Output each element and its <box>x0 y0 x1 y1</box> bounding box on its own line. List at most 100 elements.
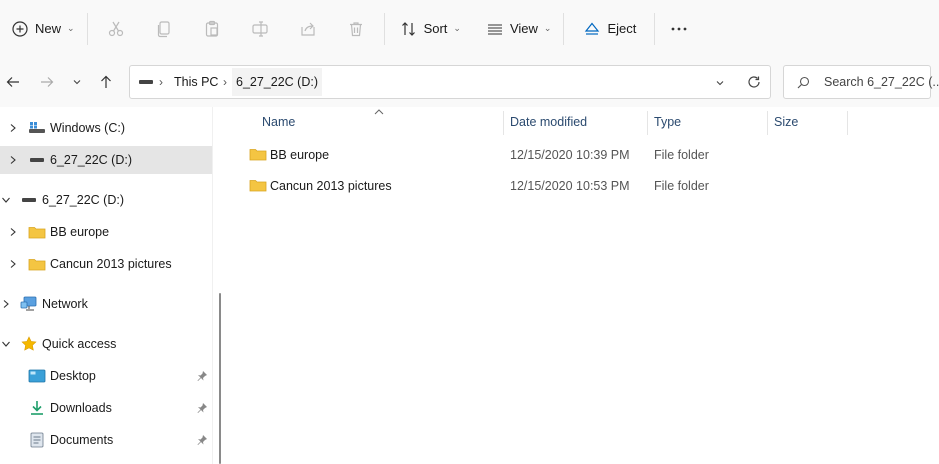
drive-icon <box>139 80 153 84</box>
file-name[interactable]: BB europe <box>270 140 329 170</box>
new-button[interactable]: New ⌄ <box>4 11 83 47</box>
up-button[interactable] <box>95 71 117 93</box>
back-button[interactable] <box>2 71 24 93</box>
nav-item-quick-access[interactable]: Quick access <box>0 330 212 358</box>
chevron-down-icon <box>73 80 81 85</box>
network-icon <box>20 296 38 312</box>
chevron-down-icon: ⌄ <box>543 23 552 33</box>
drive-icon <box>20 192 38 208</box>
copy-button[interactable] <box>140 11 188 47</box>
arrow-right-icon <box>41 77 54 87</box>
pin-icon[interactable] <box>196 434 208 446</box>
nav-item-network[interactable]: Network <box>0 290 212 318</box>
file-name[interactable]: Cancun 2013 pictures <box>270 171 392 201</box>
breadcrumb-current-drive[interactable]: 6_27_22C (D:) <box>232 68 322 96</box>
column-header-type[interactable]: Type <box>654 107 681 138</box>
nav-item-cancun-2013[interactable]: Cancun 2013 pictures <box>0 250 212 278</box>
folder-icon <box>249 180 267 192</box>
column-header-date-modified[interactable]: Date modified <box>510 107 587 138</box>
breadcrumb-this-pc[interactable]: This PC <box>174 66 218 98</box>
share-icon <box>300 22 315 36</box>
nav-item-documents[interactable]: Documents <box>0 426 212 454</box>
view-button[interactable]: View ⌄ <box>479 11 560 47</box>
scrollbar-thumb[interactable] <box>219 293 221 464</box>
folder-icon <box>28 224 46 240</box>
forward-button[interactable] <box>36 71 58 93</box>
pin-icon[interactable] <box>196 402 208 414</box>
nav-item-label: Quick access <box>42 337 117 351</box>
rename-button[interactable] <box>236 11 284 47</box>
file-date-modified: 12/15/2020 10:39 PM <box>510 148 630 162</box>
nav-item-label: Windows (C:) <box>50 121 126 135</box>
column-header-name[interactable]: Name <box>262 107 295 138</box>
folder-icon <box>249 149 267 161</box>
column-divider[interactable] <box>767 111 768 135</box>
chevron-down-icon[interactable] <box>715 78 725 88</box>
folder-icon <box>28 256 46 272</box>
share-button[interactable] <box>284 11 332 47</box>
nav-item-label: Network <box>42 297 88 311</box>
file-type: File folder <box>654 179 709 193</box>
eject-button[interactable]: Eject <box>576 11 644 47</box>
nav-item-drive-d-selected[interactable]: 6_27_22C (D:) <box>0 146 212 174</box>
chevron-right-icon[interactable] <box>8 227 18 237</box>
file-type: File folder <box>654 148 709 162</box>
sort-button[interactable]: Sort ⌄ <box>393 11 469 47</box>
column-divider[interactable] <box>847 111 848 135</box>
navpane-scrollbar[interactable] <box>212 107 230 464</box>
delete-button[interactable] <box>332 11 380 47</box>
nav-item-label: Desktop <box>50 369 96 383</box>
chevron-right-icon[interactable] <box>8 259 18 269</box>
table-row[interactable]: Cancun 2013 pictures 12/15/2020 10:53 PM… <box>230 171 939 201</box>
toolbar-separator <box>383 12 385 45</box>
toolbar-separator <box>86 12 88 45</box>
command-bar: New ⌄ Sort ⌄ View ⌄ Eject <box>0 0 939 57</box>
nav-item-label: Documents <box>50 433 114 447</box>
nav-item-bb-europe[interactable]: BB europe <box>0 218 212 246</box>
column-header-size[interactable]: Size <box>774 107 798 138</box>
see-more-button[interactable] <box>659 11 699 47</box>
search-input[interactable]: Search 6_27_22C (... <box>824 66 939 98</box>
table-row[interactable]: BB europe 12/15/2020 10:39 PM File folde… <box>230 140 939 170</box>
nav-item-label: 6_27_22C (D:) <box>50 153 132 167</box>
chevron-down-icon[interactable] <box>1 339 11 349</box>
drive-c-icon <box>28 120 46 136</box>
new-button-label: New <box>35 21 62 36</box>
nav-item-desktop[interactable]: Desktop <box>0 362 212 390</box>
drive-icon <box>28 152 46 168</box>
more-dots-icon <box>671 27 687 30</box>
chevron-right-icon[interactable] <box>1 299 11 309</box>
navigation-pane: Windows (C:) 6_27_22C (D:) 6_27_22C (D:)… <box>0 107 212 464</box>
nav-item-label: 6_27_22C (D:) <box>42 193 124 207</box>
toolbar-separator <box>563 12 565 45</box>
nav-item-windows-c[interactable]: Windows (C:) <box>0 114 212 142</box>
search-box[interactable]: Search 6_27_22C (... <box>783 65 939 99</box>
chevron-right-icon[interactable] <box>8 155 18 165</box>
chevron-down-icon: ⌄ <box>453 23 461 33</box>
eject-button-label: Eject <box>607 21 637 36</box>
toolbar-separator <box>654 12 656 45</box>
address-bar[interactable]: › This PC › 6_27_22C (D:) <box>129 65 771 99</box>
copy-icon <box>157 20 170 37</box>
nav-item-label: BB europe <box>50 225 110 239</box>
rename-icon <box>251 20 268 37</box>
pin-icon[interactable] <box>196 370 208 382</box>
cut-button[interactable] <box>92 11 140 47</box>
nav-item-downloads[interactable]: Downloads <box>0 394 212 422</box>
recent-locations-button[interactable] <box>66 71 88 93</box>
sort-icon <box>401 21 415 36</box>
paste-button[interactable] <box>188 11 236 47</box>
clipboard-icon <box>205 20 218 37</box>
view-list-icon <box>487 23 502 35</box>
plus-circle-icon <box>12 20 28 37</box>
column-divider[interactable] <box>647 111 648 135</box>
chevron-down-icon[interactable] <box>1 195 11 205</box>
column-divider[interactable] <box>503 111 504 135</box>
eject-icon <box>585 22 600 35</box>
view-button-label: View <box>509 21 538 36</box>
refresh-icon[interactable] <box>747 75 761 89</box>
download-icon <box>28 400 46 416</box>
nav-item-drive-d[interactable]: 6_27_22C (D:) <box>0 186 212 214</box>
chevron-right-icon[interactable] <box>8 123 18 133</box>
search-icon <box>797 76 810 89</box>
